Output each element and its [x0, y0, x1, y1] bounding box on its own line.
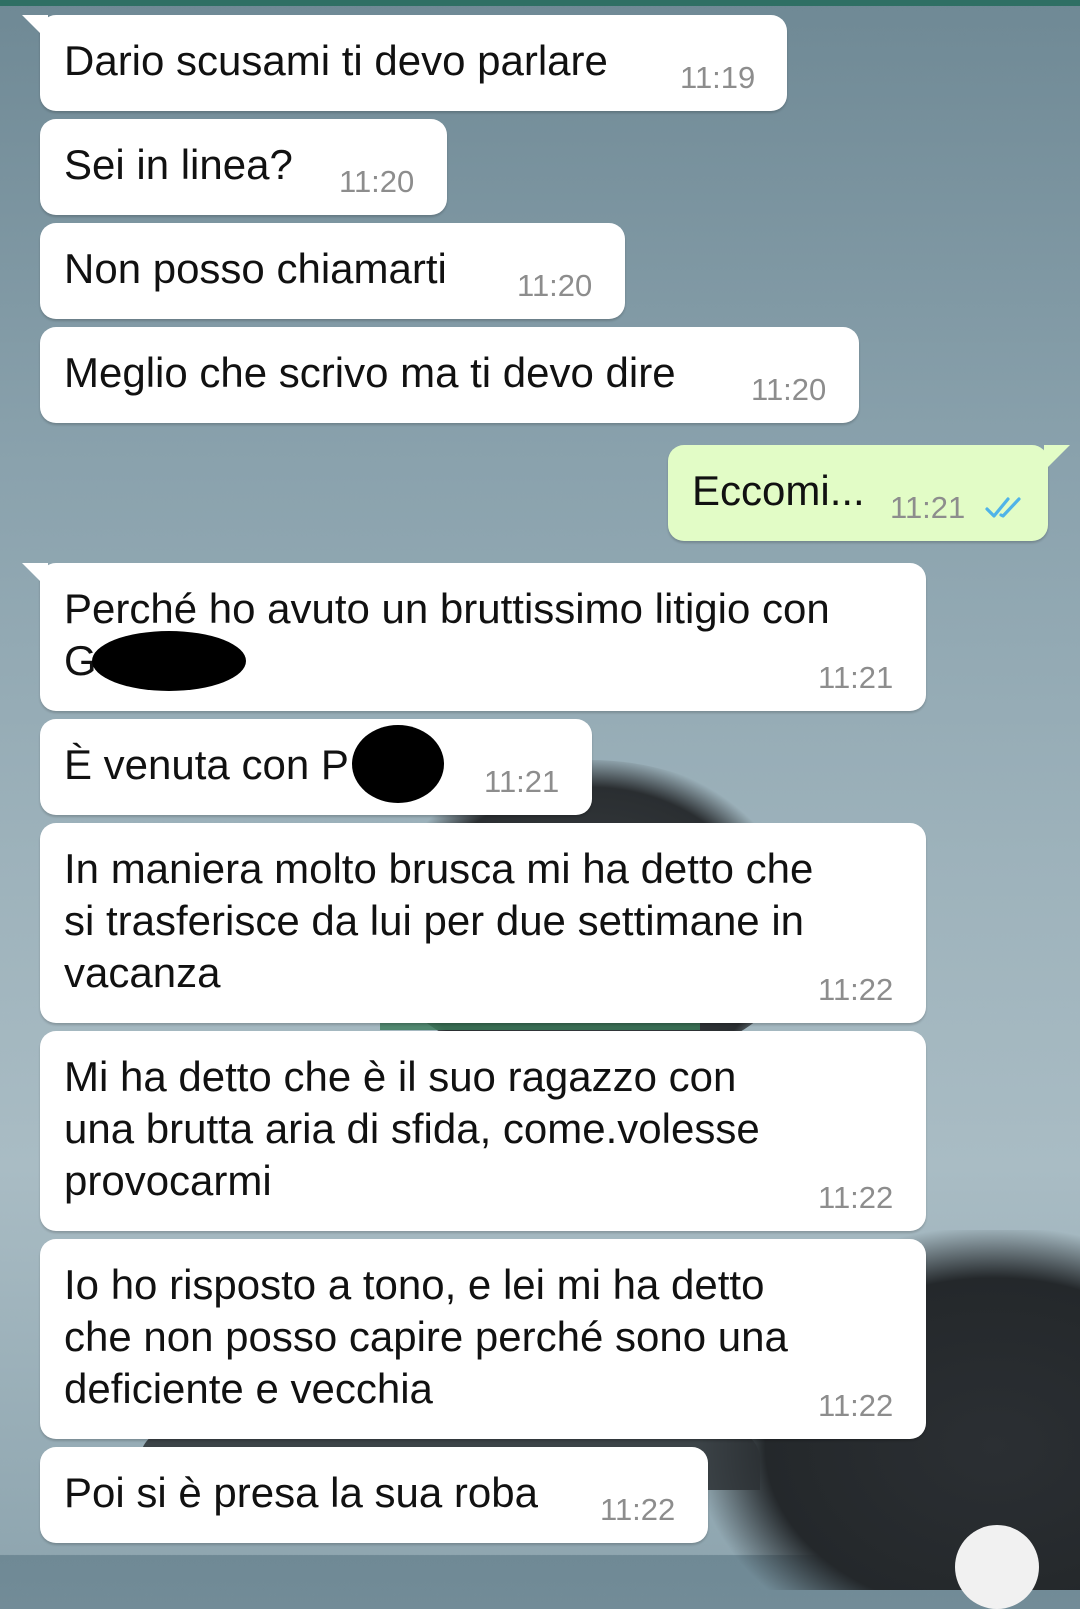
message-text: È venuta con P	[64, 741, 349, 788]
message-time: 11:22	[600, 1492, 676, 1527]
scroll-down-button[interactable]	[955, 1525, 1039, 1609]
message-text: Mi ha detto che è il suo ragazzo con una…	[64, 1053, 760, 1204]
message-time: 11:22	[818, 1180, 894, 1215]
double-check-icon	[985, 497, 1021, 518]
message-text: Io ho risposto a tono, e lei mi ha detto…	[64, 1261, 788, 1412]
message-time: 11:20	[517, 268, 593, 303]
message-bubble-incoming[interactable]: Perché ho avuto un bruttissimo litigio c…	[22, 563, 926, 711]
app-top-bar	[0, 0, 1080, 6]
message-bubble-incoming[interactable]: Non posso chiamarti 11:20	[40, 223, 625, 319]
message-text: Non posso chiamarti	[64, 245, 447, 292]
message-text: Poi si è presa la sua roba	[64, 1469, 538, 1516]
message-time: 11:21	[818, 660, 894, 695]
message-text: Dario scusami ti devo parlare	[64, 37, 608, 84]
message-bubble-incoming[interactable]: Mi ha detto che è il suo ragazzo con una…	[40, 1031, 926, 1231]
message-bubble-outgoing[interactable]: Eccomi... 11:21	[668, 445, 1070, 541]
message-time: 11:22	[818, 1388, 894, 1423]
message-bubble-incoming[interactable]: Meglio che scrivo ma ti devo dire 11:20	[40, 327, 859, 423]
message-bubble-incoming[interactable]: Dario scusami ti devo parlare 11:19	[22, 15, 787, 111]
message-time: 11:19	[680, 60, 756, 95]
message-text: Eccomi...	[692, 467, 865, 514]
message-time: 11:20	[339, 164, 415, 199]
message-time: 11:21	[890, 490, 966, 525]
message-text: Sei in linea?	[64, 141, 293, 188]
message-time: 11:21	[484, 764, 560, 799]
message-time: 11:22	[818, 972, 894, 1007]
message-text: Meglio che scrivo ma ti devo dire	[64, 349, 676, 396]
message-bubble-incoming[interactable]: Io ho risposto a tono, e lei mi ha detto…	[40, 1239, 926, 1439]
redaction-mark	[352, 725, 444, 803]
message-bubble-incoming[interactable]: Sei in linea? 11:20	[40, 119, 447, 215]
message-bubble-incoming[interactable]: È venuta con P 11:21	[40, 719, 592, 815]
message-bubble-incoming[interactable]: Poi si è presa la sua roba 11:22	[40, 1447, 708, 1543]
redaction-mark	[92, 631, 246, 691]
message-time: 11:20	[751, 372, 827, 407]
message-bubble-incoming[interactable]: In maniera molto brusca mi ha detto che …	[40, 823, 926, 1023]
message-text: In maniera molto brusca mi ha detto che …	[64, 845, 814, 996]
